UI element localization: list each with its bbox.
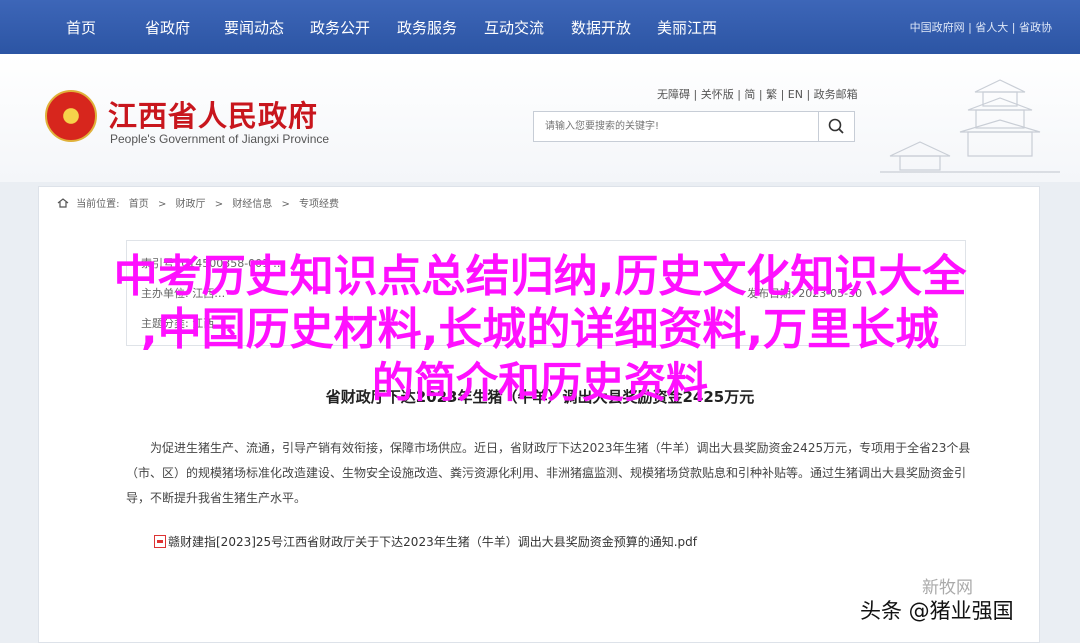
search-box xyxy=(533,111,855,142)
top-nav-bar: 首页 省政府 要闻动态 政务公开 政务服务 互动交流 数据开放 美丽江西 中国政… xyxy=(0,0,1080,54)
nav-item-beautiful-jiangxi[interactable]: 美丽江西 xyxy=(657,17,717,38)
breadcrumb-item-home[interactable]: 首页 xyxy=(129,199,149,210)
pavilion-illustration xyxy=(880,79,1060,173)
author-signature: 头条 @猪业强国 xyxy=(860,599,1014,623)
search-icon xyxy=(828,118,844,134)
national-emblem-logo xyxy=(45,90,97,142)
nav-item-provincial-government[interactable]: 省政府 xyxy=(145,17,190,38)
breadcrumb-item-special-funds[interactable]: 专项经费 xyxy=(299,199,339,210)
tool-links[interactable]: 无障碍 | 关怀版 | 简 | 繁 | EN | 政务邮箱 xyxy=(657,86,858,102)
attachment-filename[interactable]: 赣财建指[2023]25号江西省财政厅关于下达2023年生猪（牛羊）调出大县奖励… xyxy=(168,535,697,549)
nav-item-open-data[interactable]: 数据开放 xyxy=(571,17,631,38)
breadcrumb-item-finance-info[interactable]: 财经信息 xyxy=(232,199,272,210)
breadcrumb: 当前位置: 首页 > 财政厅 > 财经信息 > 专项经费 xyxy=(57,195,345,210)
search-button[interactable] xyxy=(818,112,854,141)
breadcrumb-label: 当前位置: xyxy=(76,199,120,210)
info-publish-date: 发布日期: 2023-05-30 xyxy=(747,287,863,300)
nav-item-home[interactable]: 首页 xyxy=(66,17,96,38)
info-publisher: 主办单位: 江西… xyxy=(141,287,226,300)
home-icon xyxy=(57,198,69,208)
pdf-icon xyxy=(154,535,166,548)
info-topic: 主题分类: 江西… xyxy=(141,317,226,330)
document-info-box: 索引号: 014500358-001-… 主办单位: 江西… 发布日期: 202… xyxy=(126,240,966,346)
search-input[interactable] xyxy=(534,112,819,141)
document-title: 省财政厅下达2023年生猪（牛羊）调出大县奖励资金2425万元 xyxy=(325,388,755,406)
content-card: 当前位置: 首页 > 财政厅 > 财经信息 > 专项经费 索引号: 014500… xyxy=(38,186,1040,643)
breadcrumb-item-finance-dept[interactable]: 财政厅 xyxy=(176,199,206,210)
nav-item-interaction[interactable]: 互动交流 xyxy=(484,17,544,38)
nav-item-news[interactable]: 要闻动态 xyxy=(224,17,284,38)
nav-item-services[interactable]: 政务服务 xyxy=(397,17,457,38)
info-index-number: 索引号: 014500358-001-… xyxy=(141,257,285,270)
nav-item-government-affairs[interactable]: 政务公开 xyxy=(310,17,370,38)
top-right-links[interactable]: 中国政府网 | 省人大 | 省政协 xyxy=(910,19,1052,35)
site-title-cn[interactable]: 江西省人民政府 xyxy=(108,93,318,135)
attachment-link[interactable]: 赣财建指[2023]25号江西省财政厅关于下达2023年生猪（牛羊）调出大县奖励… xyxy=(154,533,697,550)
site-title-en: People's Government of Jiangxi Province xyxy=(110,132,330,146)
document-paragraph: 为促进生猪生产、流通，引导产销有效衔接，保障市场供应。近日，省财政厅下达2023… xyxy=(126,441,971,505)
